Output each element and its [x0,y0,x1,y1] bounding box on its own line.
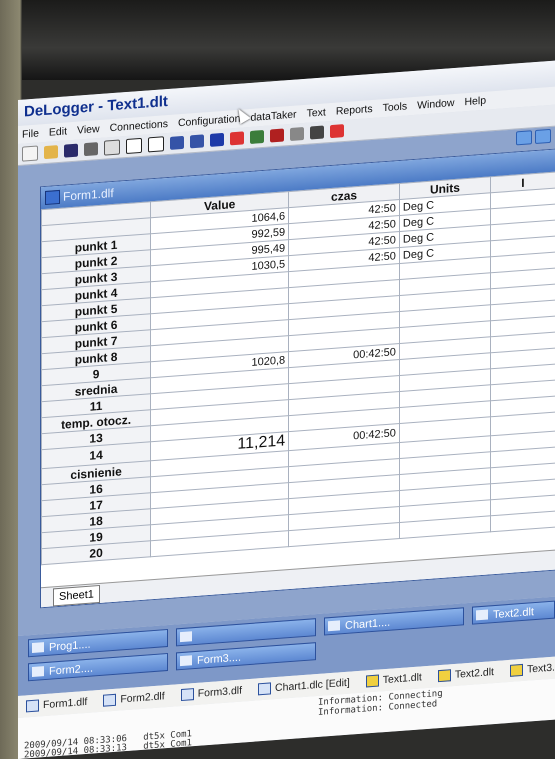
task-text3[interactable]: Text3.d [509,661,555,677]
print-icon[interactable] [84,142,98,157]
task-form2[interactable]: Form2.dlf [103,690,165,707]
task-form1-label: Form1.dlf [43,695,88,712]
minimize-icon[interactable] [516,130,532,146]
tile-prog1[interactable]: Prog1.... [28,628,168,658]
task-text2-label: Text2.dlt [454,666,494,681]
menu-edit[interactable]: Edit [49,122,67,141]
task-form2-label: Form2.dlf [120,690,165,706]
chart-icon [328,620,340,632]
task-text1-label: Text1.dlt [382,671,422,687]
chart-icon[interactable] [230,131,244,146]
task-form3[interactable]: Form3.dlf [180,684,243,702]
form-icon [180,688,194,702]
tile-form2-label: Form2.... [49,662,94,678]
program-icon[interactable] [250,129,264,144]
mdi-workspace: Form1.dlf Value czas Units I 1064,6 42:50… [18,126,555,636]
disconnect-icon[interactable] [190,134,204,149]
edit-icon[interactable] [330,124,344,139]
menu-view[interactable]: View [77,120,100,140]
tile-form3-label: Form3.... [197,651,242,667]
form-icon [26,699,39,713]
grid-body: 1064,6 42:50 Deg Cpunkt 1 992,59 42:50 Deg Cp… [41,188,555,565]
task-text3-label: Text3.d [526,661,555,676]
menu-text[interactable]: Text [307,103,326,122]
text-file-icon [365,674,379,688]
form1-title: Form1.dlf [63,185,114,204]
tile-form2[interactable]: Form2.... [28,652,168,682]
menu-help[interactable]: Help [464,92,486,112]
run-icon[interactable] [210,132,224,147]
text-file-icon [509,663,523,677]
task-text2[interactable]: Text2.dlt [437,666,494,683]
properties-icon[interactable] [148,136,164,153]
info-icon[interactable] [310,125,324,140]
program-icon [32,642,44,653]
text-file-icon [476,609,488,621]
task-form1[interactable]: Form1.dlf [26,696,87,713]
restore-icon[interactable] [535,128,551,145]
clock-icon[interactable] [290,126,304,142]
form1-window: Form1.dlf Value czas Units I 1064,6 42:50… [40,148,555,609]
text-file-icon [437,669,451,683]
form-icon [103,693,117,707]
form-icon [45,189,60,206]
task-form3-label: Form3.dlf [197,684,243,700]
menu-file[interactable]: File [22,124,39,143]
tile-prog1-label: Prog1.... [49,638,91,654]
chart-icon [258,682,272,696]
tile-chart1[interactable]: Chart1.... [324,607,464,636]
new-file-icon[interactable] [22,145,38,162]
connect-icon[interactable] [170,135,184,150]
menu-tools[interactable]: Tools [383,97,408,117]
tile-form3[interactable]: Form3.... [176,642,316,671]
data-grid: Value czas Units I 1064,6 42:50 Deg Cpunkt… [41,171,555,565]
program-icon [180,631,192,643]
mdi-window-buttons [516,128,551,146]
form-icon [180,655,192,667]
task-chart1-label: Chart1.dlc [Edit] [275,676,350,695]
grid-icon[interactable] [126,137,142,155]
task-chart1[interactable]: Chart1.dlc [Edit] [258,677,350,696]
open-folder-icon[interactable] [44,145,58,160]
tile-text2-label: Text2.dlt [493,606,534,622]
screen: DeLogger - Text1.dlt File Edit View Conn… [18,60,555,759]
extra-cell[interactable] [490,511,555,532]
save-icon[interactable] [64,143,78,158]
tile-text2[interactable]: Text2.dlt [472,600,555,625]
print-preview-icon[interactable] [104,139,120,156]
stop-icon[interactable] [270,128,284,143]
sheet-tab-sheet1[interactable]: Sheet1 [53,584,100,607]
form-icon [32,666,44,677]
task-text1[interactable]: Text1.dlt [365,671,422,688]
tile-prog2[interactable] [176,618,316,647]
tile-chart1-label: Chart1.... [345,616,391,632]
